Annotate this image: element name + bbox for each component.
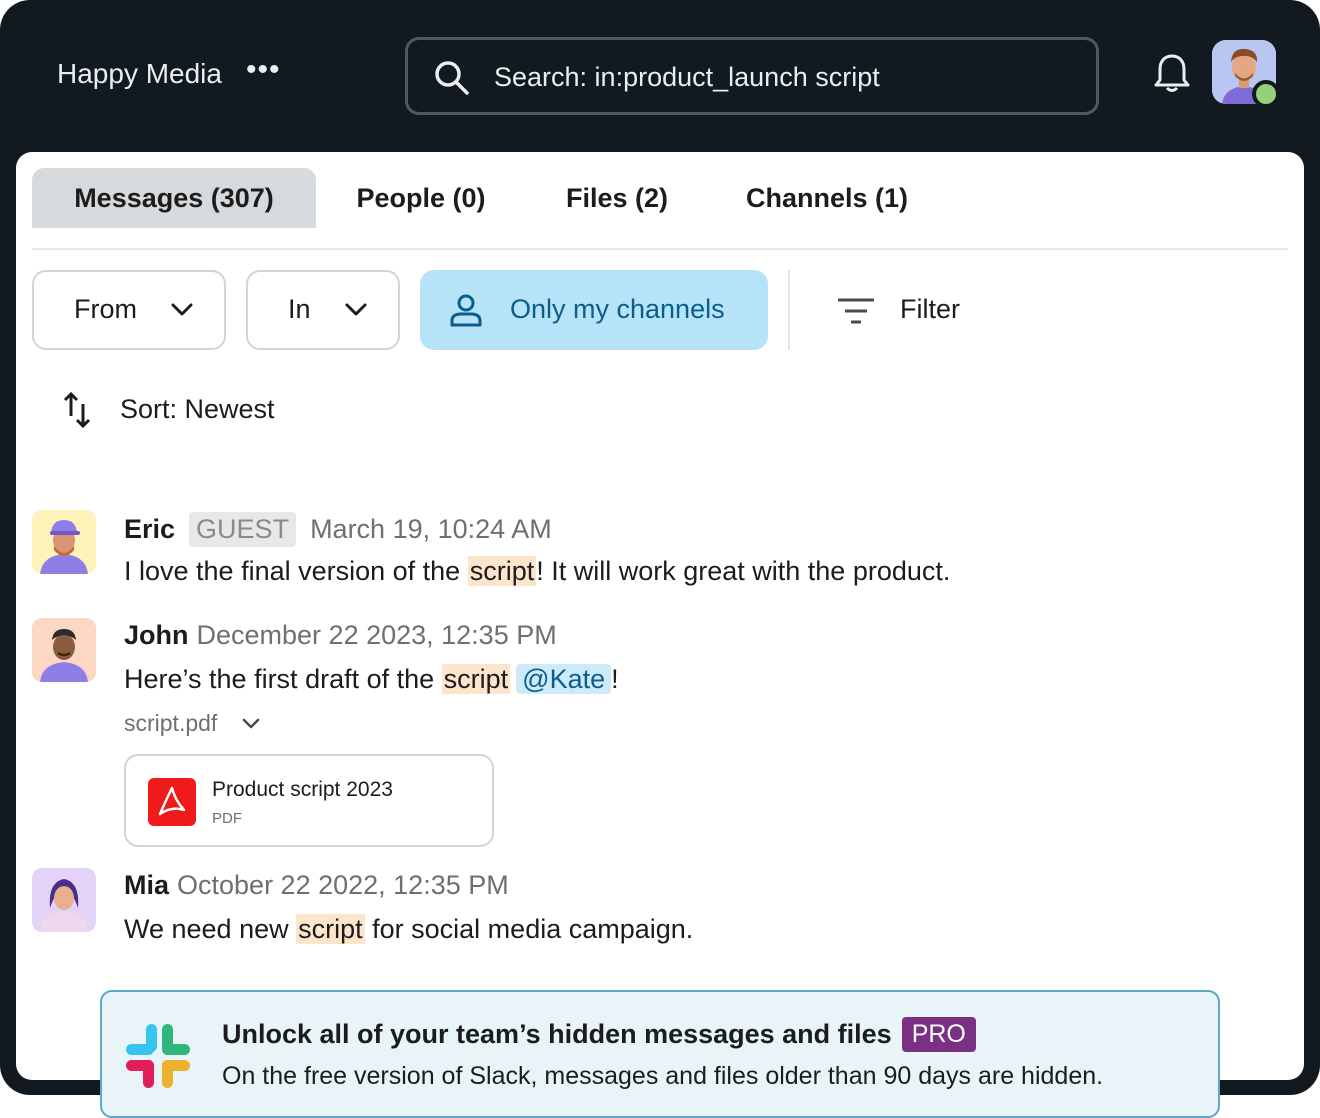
message-text-part: for social media campaign. — [364, 914, 694, 944]
sort-label: Sort: Newest — [120, 394, 275, 424]
user-mention[interactable]: @Kate — [516, 664, 612, 694]
from-filter-dropdown[interactable]: From — [32, 270, 226, 350]
pro-badge: PRO — [901, 1017, 976, 1052]
message-text: We need new script for social media camp… — [124, 914, 693, 945]
guest-badge: GUEST — [189, 512, 297, 547]
file-title: Product script 2023 — [212, 778, 393, 801]
search-results-panel: Messages (307) People (0) Files (2) Chan… — [16, 152, 1304, 1080]
avatar[interactable] — [32, 868, 96, 932]
message-text-part: ! It will work great with the product. — [536, 556, 951, 586]
attachment-filename: script.pdf — [124, 710, 218, 736]
tab-channels[interactable]: Channels (1) — [732, 168, 922, 228]
sender-name[interactable]: Eric — [124, 514, 175, 545]
in-filter-dropdown[interactable]: In — [246, 270, 400, 350]
bell-icon[interactable] — [1152, 52, 1192, 94]
slack-logo-icon — [126, 1024, 190, 1088]
search-query[interactable]: Search: in:product_launch script — [494, 62, 880, 93]
sort-control[interactable]: Sort: Newest — [62, 388, 275, 432]
filter-label: Filter — [900, 294, 960, 324]
filter-divider — [788, 270, 790, 350]
only-my-channels-label: Only my channels — [510, 294, 725, 324]
upsell-title-text: Unlock all of your team’s hidden message… — [222, 1019, 892, 1049]
message-text-part: ! — [611, 664, 619, 694]
message-timestamp[interactable]: December 22 2023, 12:35 PM — [197, 620, 557, 651]
message-timestamp[interactable]: March 19, 10:24 AM — [310, 514, 552, 545]
ellipsis-icon[interactable]: ••• — [246, 55, 281, 85]
search-icon — [435, 61, 469, 95]
message-text-part: I love the final version of the — [124, 556, 468, 586]
only-my-channels-toggle[interactable]: Only my channels — [420, 270, 768, 350]
message-text: I love the final version of the script! … — [124, 556, 950, 587]
tab-files[interactable]: Files (2) — [542, 168, 692, 228]
message-result[interactable]: Eric GUEST March 19, 10:24 AM I love the… — [32, 510, 1232, 600]
file-attachment-card[interactable]: Product script 2023 PDF — [124, 754, 494, 847]
from-filter-label: From — [74, 294, 137, 324]
chevron-down-icon — [243, 718, 260, 728]
sender-name[interactable]: Mia — [124, 870, 169, 901]
in-filter-label: In — [288, 294, 311, 324]
presence-indicator — [1252, 80, 1280, 108]
pdf-icon — [148, 778, 196, 826]
search-highlight: script — [467, 556, 537, 586]
message-header: John December 22 2023, 12:35 PM — [124, 620, 557, 651]
sort-arrows-icon — [63, 391, 91, 429]
workspace-switcher[interactable]: Happy Media ••• — [57, 55, 281, 90]
person-icon — [450, 294, 482, 327]
result-tabs: Messages (307) People (0) Files (2) Chan… — [32, 168, 1288, 250]
tab-messages[interactable]: Messages (307) — [32, 168, 316, 228]
avatar[interactable] — [32, 510, 96, 574]
workspace-name: Happy Media — [57, 58, 222, 89]
upsell-title: Unlock all of your team’s hidden message… — [222, 1017, 976, 1052]
filter-button[interactable]: Filter — [816, 270, 996, 350]
attachment-toggle[interactable]: script.pdf — [124, 710, 261, 737]
upsell-body: On the free version of Slack, messages a… — [222, 1062, 1104, 1090]
message-text: Here’s the first draft of the script @Kat… — [124, 664, 619, 695]
message-text-part: We need new — [124, 914, 297, 944]
message-text-part: Here’s the first draft of the — [124, 664, 442, 694]
search-highlight: script — [441, 664, 511, 694]
search-highlight: script — [296, 914, 365, 944]
message-header: Eric GUEST March 19, 10:24 AM — [124, 512, 552, 547]
message-header: Mia October 22 2022, 12:35 PM — [124, 870, 509, 901]
search-bar[interactable]: Search: in:product_launch script — [405, 37, 1099, 115]
message-result[interactable]: Mia October 22 2022, 12:35 PM We need ne… — [32, 868, 1232, 958]
tab-people[interactable]: People (0) — [332, 168, 510, 228]
filter-icon — [838, 298, 874, 324]
message-timestamp[interactable]: October 22 2022, 12:35 PM — [177, 870, 509, 901]
message-result[interactable]: John December 22 2023, 12:35 PM Here’s t… — [32, 618, 1232, 858]
sender-name[interactable]: John — [124, 620, 189, 651]
chevron-down-icon — [171, 303, 193, 316]
file-type: PDF — [212, 810, 242, 827]
upgrade-banner[interactable]: Unlock all of your team’s hidden message… — [100, 990, 1220, 1118]
avatar[interactable] — [32, 618, 96, 682]
chevron-down-icon — [345, 303, 367, 316]
